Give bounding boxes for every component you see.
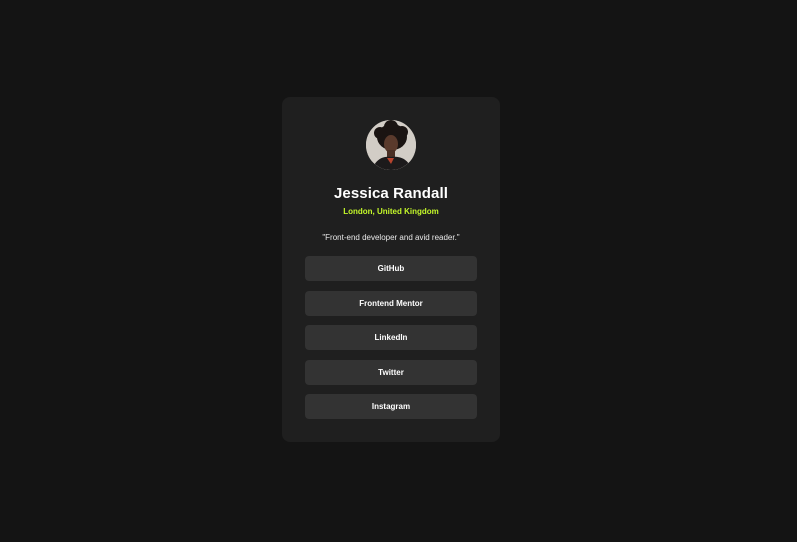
github-link-button[interactable]: GitHub — [305, 256, 477, 281]
frontend-mentor-link-button[interactable]: Frontend Mentor — [305, 290, 477, 316]
page-background: Jessica Randall London, United Kingdom "… — [0, 0, 797, 542]
linkedin-link-button[interactable]: LinkedIn — [305, 325, 477, 350]
profile-name: Jessica Randall — [333, 185, 449, 202]
social-links: GitHub Frontend Mentor LinkedIn Twitter … — [305, 256, 477, 429]
profile-photo-icon — [366, 120, 416, 170]
avatar — [366, 120, 416, 170]
twitter-link-button[interactable]: Twitter — [305, 359, 477, 385]
instagram-link-button[interactable]: Instagram — [305, 394, 477, 419]
profile-location: London, United Kingdom — [343, 207, 439, 216]
profile-bio: "Front-end developer and avid reader." — [322, 233, 460, 242]
profile-card: Jessica Randall London, United Kingdom "… — [282, 97, 500, 442]
